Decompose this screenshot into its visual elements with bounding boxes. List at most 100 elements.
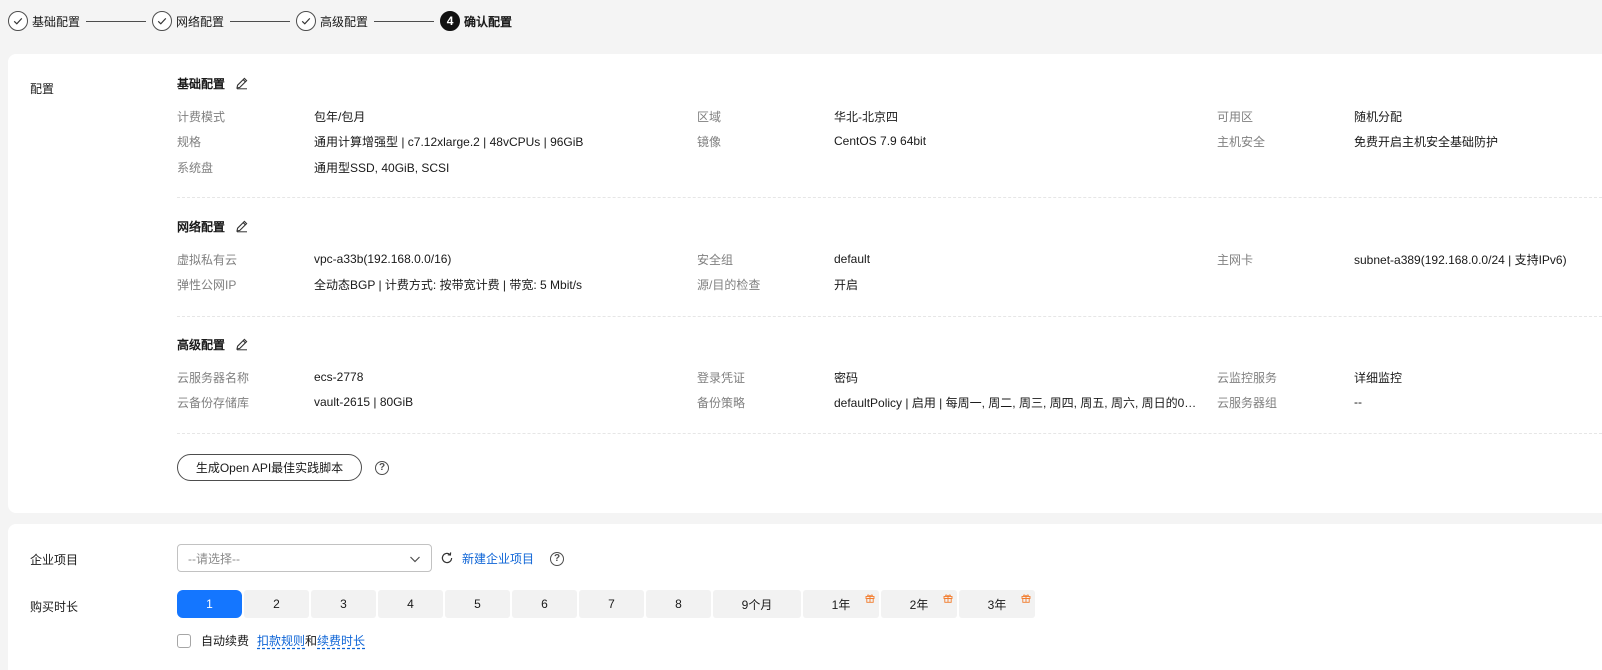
purchase-panel: 企业项目 --请选择-- 新建企业项目 ? 购买时长 1 2 3 4 5 6 7…	[8, 524, 1602, 670]
step-label: 确认配置	[464, 14, 513, 29]
check-icon	[152, 11, 173, 31]
backup-vault-label: 云备份存储库	[177, 395, 250, 410]
enterprise-project-label: 企业项目	[30, 553, 79, 567]
refresh-icon[interactable]	[440, 551, 454, 565]
vpc-label: 虚拟私有云	[177, 252, 238, 267]
host-security-value: 免费开启主机安全基础防护	[1354, 134, 1499, 149]
duration-option-3-years[interactable]: 3年	[959, 590, 1035, 618]
renewal-duration-link[interactable]: 续费时长	[317, 632, 365, 649]
duration-option-1[interactable]: 1	[177, 590, 242, 618]
advanced-config-section: 高级配置	[177, 334, 1602, 354]
generate-api-script-button[interactable]: 生成Open API最佳实践脚本	[177, 454, 362, 481]
flavor-value: 通用计算增强型 | c7.12xlarge.2 | 48vCPUs | 96Gi…	[314, 134, 584, 149]
system-disk-value: 通用型SSD, 40GiB, SCSI	[314, 160, 450, 175]
login-credential-value: 密码	[834, 370, 859, 385]
section-divider	[177, 197, 1602, 198]
purchase-duration-label: 购买时长	[30, 600, 79, 614]
config-summary-panel: 配置 基础配置 计费模式 包年/包月 区域 华北-北京四 可用区 随机分配 规格…	[8, 54, 1602, 513]
auto-renew-label: 自动续费	[201, 634, 250, 648]
backup-policy-label: 备份策略	[697, 395, 746, 410]
edit-icon[interactable]	[235, 219, 249, 233]
duration-option-5[interactable]: 5	[445, 590, 510, 618]
section-divider	[177, 316, 1602, 317]
help-icon[interactable]: ?	[550, 552, 564, 566]
duration-label: 1年	[831, 597, 851, 612]
security-group-value: default	[834, 252, 871, 266]
duration-options: 1 2 3 4 5 6 7 8 9个月 1年 2年 3年	[177, 590, 1037, 618]
check-icon	[296, 11, 317, 31]
wizard-steps: 基础配置 网络配置 高级配置 4 确认配置	[8, 10, 512, 32]
duration-option-9-months[interactable]: 9个月	[713, 590, 801, 618]
step-label: 基础配置	[32, 14, 81, 29]
duration-option-8[interactable]: 8	[646, 590, 711, 618]
section-title: 基础配置	[177, 76, 226, 91]
config-side-label: 配置	[30, 82, 55, 96]
step-number: 4	[440, 11, 461, 31]
cloud-monitor-label: 云监控服务	[1217, 370, 1278, 385]
check-icon	[8, 11, 28, 31]
src-dst-check-value: 开启	[834, 277, 859, 292]
image-label: 镜像	[697, 134, 722, 149]
info-row: 系统盘 通用型SSD, 40GiB, SCSI	[177, 159, 1602, 175]
duration-option-3[interactable]: 3	[311, 590, 376, 618]
backup-policy-value: defaultPolicy | 启用 | 每周一, 周二, 周三, 周四, 周五…	[834, 395, 1199, 410]
chevron-down-icon	[410, 556, 420, 563]
auto-renew-row: 自动续费 扣款规则 和 续费时长	[177, 632, 365, 649]
server-name-value: ecs-2778	[314, 370, 364, 384]
billing-mode-value: 包年/包月	[314, 109, 366, 124]
step-confirm: 4 确认配置	[440, 11, 512, 31]
step-connector	[374, 20, 435, 22]
network-config-section: 网络配置	[177, 216, 1602, 236]
auto-renew-checkbox[interactable]	[177, 633, 191, 648]
system-disk-label: 系统盘	[177, 160, 214, 175]
step-connector	[230, 20, 291, 22]
step-advanced[interactable]: 高级配置	[296, 11, 368, 31]
info-row: 虚拟私有云 vpc-a33b(192.168.0.0/16) 安全组 defau…	[177, 251, 1602, 267]
region-label: 区域	[697, 109, 722, 124]
info-row: 弹性公网IP 全动态BGP | 计费方式: 按带宽计费 | 带宽: 5 Mbit…	[177, 276, 1602, 292]
duration-label: 3年	[987, 597, 1007, 612]
duration-option-6[interactable]: 6	[512, 590, 577, 618]
section-title: 高级配置	[177, 337, 226, 352]
step-connector	[86, 20, 147, 22]
step-label: 网络配置	[176, 14, 225, 29]
section-title: 网络配置	[177, 219, 226, 234]
gift-icon	[1021, 594, 1031, 603]
duration-option-1-year[interactable]: 1年	[803, 590, 879, 618]
az-value: 随机分配	[1354, 109, 1403, 124]
server-name-label: 云服务器名称	[177, 370, 250, 385]
duration-option-7[interactable]: 7	[579, 590, 644, 618]
eip-label: 弹性公网IP	[177, 277, 237, 292]
info-row: 云服务器名称 ecs-2778 登录凭证 密码 云监控服务 详细监控	[177, 369, 1602, 385]
select-placeholder: --请选择--	[188, 551, 240, 566]
deduction-rules-link[interactable]: 扣款规则	[257, 632, 305, 649]
server-group-value: --	[1354, 395, 1362, 409]
billing-mode-label: 计费模式	[177, 109, 226, 124]
duration-option-2[interactable]: 2	[244, 590, 309, 618]
region-value: 华北-北京四	[834, 109, 898, 124]
and-text: 和	[305, 634, 318, 648]
gift-icon	[865, 594, 875, 603]
az-label: 可用区	[1217, 109, 1254, 124]
cloud-monitor-value: 详细监控	[1354, 370, 1403, 385]
help-icon[interactable]: ?	[375, 461, 389, 475]
step-label: 高级配置	[320, 14, 369, 29]
duration-option-4[interactable]: 4	[378, 590, 443, 618]
step-basic[interactable]: 基础配置	[8, 11, 80, 31]
ecs-confirm-page: 基础配置 网络配置 高级配置 4 确认配置 配置 基础配置 计费模式 包年/包月…	[0, 0, 1602, 670]
info-row: 云备份存储库 vault-2615 | 80GiB 备份策略 defaultPo…	[177, 394, 1602, 410]
host-security-label: 主机安全	[1217, 134, 1266, 149]
primary-nic-value: subnet-a389(192.168.0.0/24 | 支持IPv6)	[1354, 252, 1567, 267]
edit-icon[interactable]	[235, 76, 249, 90]
enterprise-project-select[interactable]: --请选择--	[177, 544, 432, 572]
info-row: 计费模式 包年/包月 区域 华北-北京四 可用区 随机分配	[177, 108, 1602, 124]
vpc-value: vpc-a33b(192.168.0.0/16)	[314, 252, 452, 266]
duration-option-2-years[interactable]: 2年	[881, 590, 957, 618]
primary-nic-label: 主网卡	[1217, 252, 1254, 267]
eip-value: 全动态BGP | 计费方式: 按带宽计费 | 带宽: 5 Mbit/s	[314, 277, 583, 292]
edit-icon[interactable]	[235, 337, 249, 351]
backup-vault-value: vault-2615 | 80GiB	[314, 395, 414, 409]
step-network[interactable]: 网络配置	[152, 11, 224, 31]
new-enterprise-project-link[interactable]: 新建企业项目	[462, 550, 534, 567]
gift-icon	[943, 594, 953, 603]
